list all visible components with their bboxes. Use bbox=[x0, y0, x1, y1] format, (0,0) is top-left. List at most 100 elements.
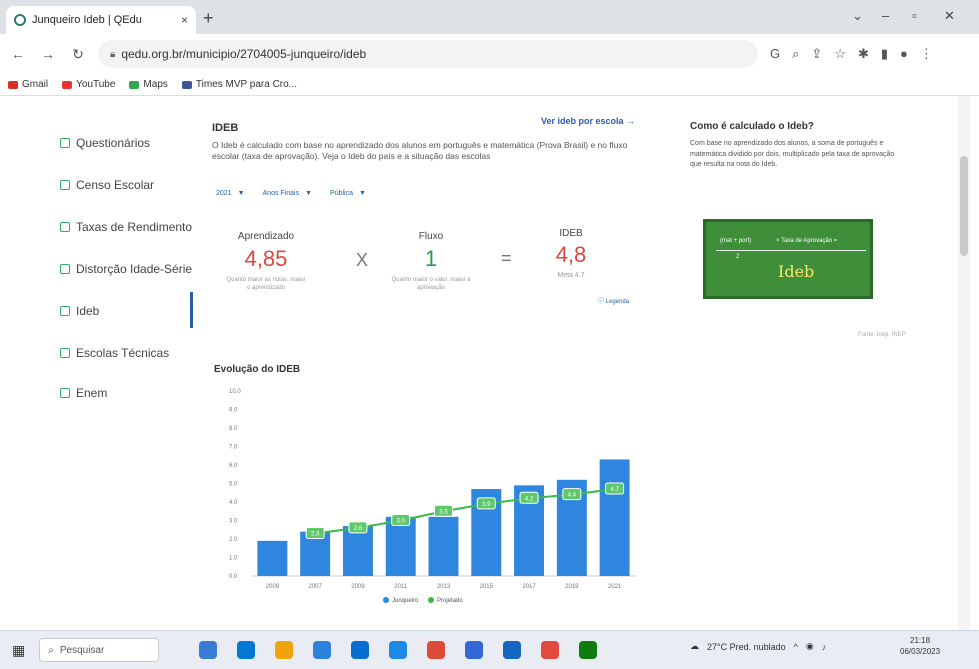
page-scrollbar[interactable] bbox=[958, 96, 970, 630]
chrome-profile-icon[interactable] bbox=[465, 641, 484, 659]
taskbar-search[interactable]: ⌕ Pesquisar bbox=[39, 638, 160, 662]
evolution-title: Evolução do IDEB bbox=[214, 364, 301, 375]
weather-text[interactable]: 27°C Pred. nublado bbox=[707, 642, 786, 652]
y-tick-label: 0.0 bbox=[229, 574, 238, 580]
new-tab-button[interactable]: + bbox=[203, 8, 214, 29]
equals-operator: = bbox=[501, 248, 512, 268]
fluxo-note: Quanto maior o valor, maior a aprovação bbox=[391, 277, 471, 292]
bookmark-times[interactable]: Times MVP para Cro... bbox=[181, 79, 297, 90]
source-note: Fonte: Inep, INEP bbox=[858, 332, 906, 338]
y-tick-label: 5.0 bbox=[229, 482, 238, 488]
taskbar-apps bbox=[199, 641, 598, 659]
web-page: Questionários Censo Escolar Taxas de Ren… bbox=[0, 96, 979, 630]
volume-icon[interactable]: ♪ bbox=[822, 642, 827, 652]
clock[interactable]: 21:18 06/03/2023 bbox=[900, 635, 940, 657]
bookmark-maps[interactable]: Maps bbox=[129, 79, 168, 90]
ideb-description: O Ideb é calculado com base no aprendiza… bbox=[212, 140, 628, 162]
bookmark-star-icon[interactable]: ☆ bbox=[834, 46, 846, 62]
excel-icon[interactable] bbox=[579, 641, 598, 659]
back-icon[interactable]: ← bbox=[6, 46, 30, 62]
minimize-icon[interactable]: – bbox=[882, 8, 889, 23]
zoom-icon[interactable]: ⌕ bbox=[792, 46, 799, 62]
sidebar-item-ideb[interactable]: Ideb bbox=[60, 304, 99, 318]
network-icon[interactable]: ◉ bbox=[806, 641, 814, 652]
profile-avatar-icon[interactable]: ● bbox=[900, 46, 908, 62]
tab-close-icon[interactable]: × bbox=[181, 13, 188, 27]
users-icon bbox=[60, 138, 70, 148]
mail-icon[interactable] bbox=[351, 641, 370, 659]
scrollbar-thumb[interactable] bbox=[960, 156, 968, 256]
data-label-projetado: 3.5 bbox=[439, 509, 448, 515]
board-formula-left: (mat + port) bbox=[720, 238, 752, 244]
share-icon[interactable]: ⇪ bbox=[811, 46, 822, 62]
sidebar-item-censo-escolar[interactable]: Censo Escolar bbox=[60, 178, 154, 192]
forward-icon[interactable]: → bbox=[36, 46, 60, 62]
tab-search-chevron-icon[interactable]: ⌄ bbox=[852, 8, 863, 24]
chevron-down-icon: ▼ bbox=[305, 190, 313, 197]
ideb-evolution-chart: 0.0 1.0 2.0 3.0 4.0 5.0 6.0 7.0 8.0 9.0 10.0 2009 20… bbox=[229, 389, 636, 604]
sidebar-active-indicator bbox=[190, 292, 193, 328]
office-icon[interactable] bbox=[541, 641, 560, 659]
right-panel: Como é calculado o Ideb? Com base no apr… bbox=[676, 96, 956, 630]
legend-marker-junqueiro bbox=[383, 597, 389, 603]
windows-start-icon[interactable]: ▦ bbox=[12, 642, 25, 659]
bookmark-youtube[interactable]: YouTube bbox=[62, 79, 115, 90]
url-text: qedu.org.br/municipio/2704005-junqueiro/… bbox=[121, 47, 367, 61]
filter-rede[interactable]: Pública ▼ bbox=[330, 190, 366, 197]
y-tick-label: 8.0 bbox=[229, 426, 238, 432]
data-label-projetado: 2.3 bbox=[311, 531, 320, 537]
file-explorer-icon[interactable] bbox=[275, 641, 294, 659]
task-view-icon[interactable] bbox=[199, 641, 218, 659]
legend-marker-projetado bbox=[428, 597, 434, 603]
y-tick-label: 9.0 bbox=[229, 408, 238, 414]
x-tick-label: 2013 bbox=[437, 584, 451, 590]
bookmark-gmail[interactable]: Gmail bbox=[8, 79, 48, 90]
reload-icon[interactable]: ↻ bbox=[66, 46, 90, 63]
restore-icon[interactable]: ▫ bbox=[912, 8, 917, 23]
x-tick-label: 2015 bbox=[480, 584, 494, 590]
google-icon[interactable]: G bbox=[770, 46, 780, 62]
filters: 2021 ▼ Anos Finais ▼ Pública ▼ bbox=[216, 190, 366, 197]
tab-junqueiro-ideb[interactable]: Junqueiro Ideb | QEdu × bbox=[6, 6, 196, 34]
scale-icon bbox=[60, 222, 70, 232]
edge-beta-icon[interactable] bbox=[389, 641, 408, 659]
board-denominator: 2 bbox=[736, 254, 740, 260]
right-panel-title: Como é calculado o Ideb? bbox=[690, 121, 814, 132]
legend-label-projetado: Projetado bbox=[437, 598, 463, 604]
gmail-icon bbox=[8, 80, 18, 89]
store-icon[interactable] bbox=[313, 641, 332, 659]
clock-time: 21:18 bbox=[910, 636, 931, 645]
chrome-icon[interactable] bbox=[427, 641, 446, 659]
legend-label-junqueiro: Junqueiro bbox=[392, 598, 419, 604]
x-tick-label: 2017 bbox=[522, 584, 536, 590]
filter-etapa[interactable]: Anos Finais ▼ bbox=[263, 190, 313, 197]
address-bar[interactable]: 🔒︎ qedu.org.br/municipio/2704005-junquei… bbox=[98, 40, 758, 68]
ideb-meta: Meta 4.7 bbox=[557, 272, 585, 279]
folder-icon bbox=[181, 80, 192, 89]
sidebar-item-escolas-tecnicas[interactable]: Escolas Técnicas bbox=[60, 346, 169, 360]
window-close-icon[interactable]: ✕ bbox=[944, 8, 955, 24]
board-formula-right: × Taxa de Aprovação = bbox=[776, 238, 838, 244]
ver-ideb-por-escola-link[interactable]: Ver ideb por escola → bbox=[541, 116, 635, 126]
weather-icon[interactable]: ☁ bbox=[690, 641, 699, 652]
legenda-link[interactable]: ⓘ Legenda bbox=[598, 296, 629, 305]
sidebar-item-questionarios[interactable]: Questionários bbox=[60, 136, 150, 150]
youtube-icon bbox=[62, 80, 73, 89]
y-tick-label: 2.0 bbox=[229, 537, 238, 543]
teams-icon[interactable] bbox=[503, 641, 522, 659]
filter-year[interactable]: 2021 ▼ bbox=[216, 190, 245, 197]
system-tray: ☁ 27°C Pred. nublado ^ ◉ ♪ bbox=[690, 641, 826, 652]
menu-icon[interactable]: ⋮ bbox=[920, 46, 933, 62]
book-icon bbox=[60, 388, 70, 398]
address-toolbar: ← → ↻ 🔒︎ qedu.org.br/municipio/2704005-j… bbox=[0, 34, 979, 74]
aprendizado-label: Aprendizado bbox=[237, 231, 295, 242]
extensions-icon[interactable]: ✱ bbox=[858, 46, 869, 62]
sidebar-item-enem[interactable]: Enem bbox=[60, 386, 107, 400]
sidebar-item-distorcao[interactable]: Distorção Idade-Série bbox=[60, 262, 192, 276]
ideb-formula-chalkboard: (mat + port) × Taxa de Aprovação = 2 Ide… bbox=[703, 219, 873, 299]
tray-chevron-icon[interactable]: ^ bbox=[794, 642, 798, 652]
board-fraction-line bbox=[716, 250, 866, 251]
sidepanel-icon[interactable]: ▮ bbox=[881, 46, 888, 62]
sidebar-item-taxas-de-rendimento[interactable]: Taxas de Rendimento bbox=[60, 220, 192, 234]
edge-icon[interactable] bbox=[237, 641, 256, 659]
